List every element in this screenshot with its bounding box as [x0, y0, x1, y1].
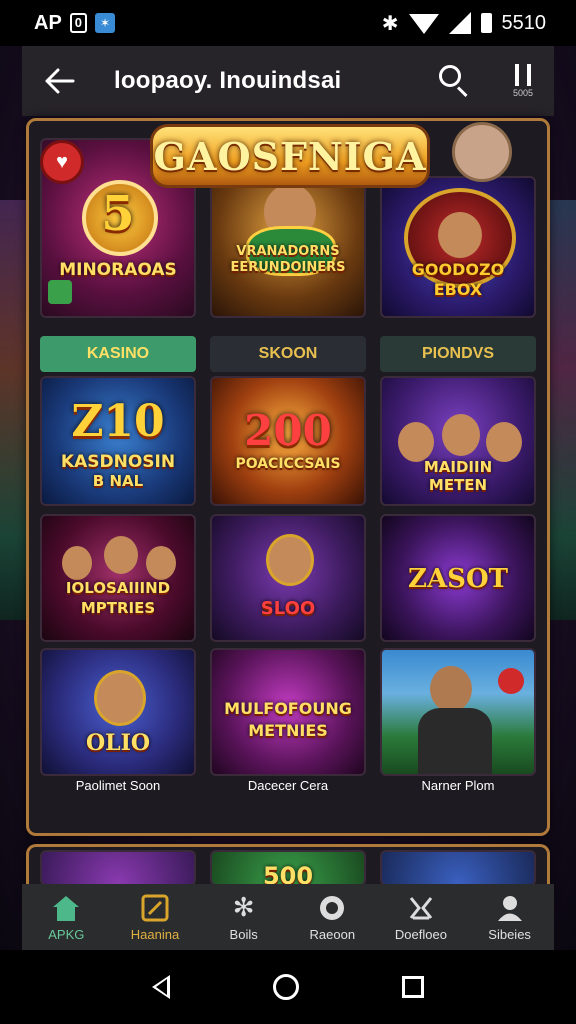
nav-label: Sibeies: [488, 926, 531, 942]
nav-item-slots[interactable]: Haanina: [111, 893, 199, 942]
tile-caption: Dacecer Cera: [247, 778, 329, 793]
pause-icon: [515, 64, 531, 86]
game-tile[interactable]: 200 POACICCSAIS: [210, 376, 366, 506]
tile-title: MINORAOAS: [59, 260, 177, 280]
nav-item-profile[interactable]: Sibeies: [466, 893, 554, 942]
character-body: [418, 708, 492, 774]
signal-icon: [448, 12, 471, 34]
character-graphic: [94, 670, 146, 726]
chair-icon: [405, 893, 437, 923]
nav-item-home[interactable]: APKG: [22, 893, 110, 942]
game-tile[interactable]: [380, 850, 536, 886]
section-label-skoon[interactable]: SKOON: [210, 336, 366, 372]
chip-icon: [316, 893, 348, 923]
mascot-graphic: [452, 122, 512, 182]
search-icon: [439, 65, 461, 87]
character-graphic: [104, 536, 138, 574]
system-navigation-bar: [0, 950, 576, 1024]
character-graphic: [486, 422, 522, 462]
pause-button[interactable]: 5005: [508, 64, 538, 98]
back-button[interactable]: [42, 63, 78, 99]
nav-label: Raeoon: [309, 926, 356, 942]
pause-sub-label: 5005: [512, 88, 534, 98]
side-decoration-right: [550, 200, 576, 620]
game-tile[interactable]: OLIO: [40, 648, 196, 776]
tile-caption: Paolimet Soon: [75, 778, 161, 793]
notification-icon: ✶: [95, 13, 116, 33]
status-operator-text: AP: [34, 11, 62, 34]
tile-big-number: 500: [262, 862, 314, 886]
game-tile[interactable]: [380, 648, 536, 776]
game-tile[interactable]: [40, 850, 196, 886]
page-title: loopaoy. Inouindsai: [114, 67, 342, 94]
character-graphic: [266, 534, 314, 586]
tile-title: SLOO: [260, 598, 316, 619]
search-icon-handle: [456, 86, 468, 98]
tile-big-number: 5: [101, 186, 135, 242]
tile-title: OLIO: [85, 730, 151, 756]
game-tile[interactable]: MAIDIIN METEN: [380, 376, 536, 506]
tile-title: POACICCSAIS: [235, 456, 341, 472]
tile-title: VRANADORNS EERUNDOINERS: [230, 244, 346, 275]
arrow-left-icon: [45, 68, 75, 94]
app-header: loopaoy. Inouindsai 5005: [22, 46, 554, 116]
nav-label: Haanina: [130, 926, 180, 942]
recents-square-icon[interactable]: [402, 976, 425, 998]
tile-big-number: Z10: [71, 396, 165, 447]
game-tile[interactable]: Z10 KASDNOSIN B NAL: [40, 376, 196, 506]
character-graphic: [146, 546, 176, 580]
sim-icon: 0: [69, 13, 88, 33]
tile-title: KASDNOSIN: [60, 452, 176, 472]
bluetooth-icon: ✱: [381, 12, 399, 35]
wifi-icon: [408, 14, 439, 34]
nav-item-boils[interactable]: ✻ Boils: [200, 892, 288, 942]
nav-label: Boils: [229, 926, 258, 942]
battery-icon: [480, 13, 492, 33]
status-right: ✱ 5510: [382, 11, 546, 36]
character-graphic: [430, 666, 472, 712]
character-graphic: [398, 422, 434, 462]
home-circle-icon[interactable]: [272, 974, 299, 1000]
tile-big-number: 200: [244, 406, 332, 455]
game-tile[interactable]: MULFOFOUNG METNIES: [210, 648, 366, 776]
game-tile[interactable]: 500: [210, 850, 366, 886]
tile-title: GOODOZO EBOX: [411, 260, 505, 299]
game-tile[interactable]: SLOO: [210, 514, 366, 642]
favorite-badge-icon[interactable]: ♥: [40, 140, 84, 184]
spark-icon: ✻: [232, 892, 255, 922]
dice-icon: [48, 280, 72, 304]
section-label-kasino[interactable]: KASINO: [40, 336, 196, 372]
tile-title: MULFOFOUNG METNIES: [224, 699, 352, 740]
status-time: 5510: [501, 11, 547, 34]
search-button[interactable]: [434, 61, 474, 101]
nav-item-raeoon[interactable]: Raeoon: [288, 893, 376, 942]
tile-title: ZASOT: [408, 564, 508, 594]
status-left: AP 0 ✶: [34, 11, 116, 35]
game-tile[interactable]: GOODOZO EBOX: [380, 176, 536, 318]
back-triangle-icon[interactable]: [151, 975, 170, 999]
bottom-navigation: APKG Haanina ✻ Boils Raeoon Doefloeo Sib…: [22, 884, 554, 950]
character-graphic: [62, 546, 92, 580]
home-icon: [50, 893, 82, 923]
character-graphic: [442, 414, 480, 456]
tile-caption: Narner Plom: [421, 778, 495, 793]
profile-icon: [494, 893, 526, 923]
nav-label: APKG: [48, 926, 85, 942]
section-label-piondvs[interactable]: PIONDVS: [380, 336, 536, 372]
promo-banner[interactable]: GAOSFNIGA: [150, 124, 430, 188]
game-tile[interactable]: VRANADORNS EERUNDOINERS: [210, 168, 366, 318]
tile-title: MAIDIIN METEN: [423, 458, 493, 494]
game-tile[interactable]: ZASOT: [380, 514, 536, 642]
tile-title: IOLOSAIIIND MPTRIES: [65, 579, 171, 617]
side-decoration-left: [0, 200, 26, 620]
game-tile[interactable]: IOLOSAIIIND MPTRIES: [40, 514, 196, 642]
tile-subtitle: B NAL: [92, 472, 144, 490]
status-bar: AP 0 ✶ ✱ 5510: [0, 0, 576, 46]
nav-label: Doefloeo: [394, 926, 447, 942]
slot-icon: [139, 893, 171, 923]
dice-icon: [498, 668, 524, 694]
nav-item-doefloeo[interactable]: Doefloeo: [377, 893, 465, 942]
character-graphic: [438, 212, 482, 258]
